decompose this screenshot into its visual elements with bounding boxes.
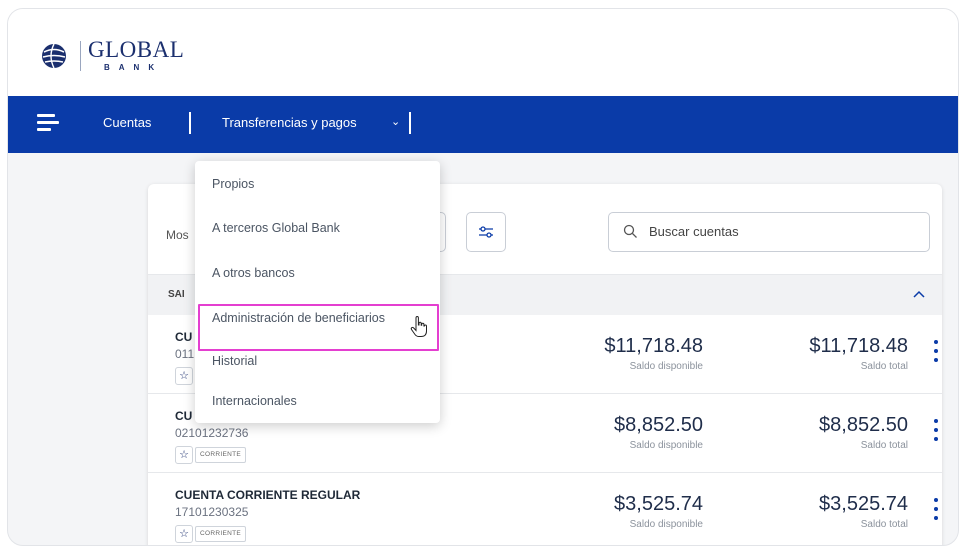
brand-name[interactable]: GLOBAL [88,37,184,63]
menu-item-propios[interactable]: Propios [212,177,254,191]
available-balance-label: Saldo disponible [629,361,703,372]
favorite-star-icon[interactable]: ☆ [175,446,193,464]
account-name: CU [175,330,193,344]
hand-cursor-icon [410,316,427,337]
account-number: 02101232736 [175,426,249,440]
menu-item-beneficiarios[interactable]: Administración de beneficiarios [212,311,385,325]
show-label: Mos [166,228,189,242]
available-balance: $8,852.50 [614,414,703,436]
total-balance-label: Saldo total [860,361,908,372]
top-navbar: Cuentas Transferencias y pagos ⌄ [8,96,958,153]
account-number: 17101230325 [175,505,249,519]
account-number: 011 [175,347,195,361]
account-type-badge: CORRIENTE [195,526,246,542]
globe-icon [42,43,66,69]
available-balance: $3,525.74 [614,493,703,515]
available-balance: $11,718.48 [604,335,703,357]
brand-sub: BANK [104,63,164,72]
section-label: SAI [168,289,185,300]
account-type-badge: CORRIENTE [195,447,246,463]
account-name: CUENTA CORRIENTE REGULAR [175,488,361,502]
total-balance: $11,718.48 [809,335,908,357]
favorite-star-icon[interactable]: ☆ [175,367,193,385]
nav-divider [189,112,191,134]
search-placeholder: Buscar cuentas [649,224,739,239]
favorite-star-icon[interactable]: ☆ [175,525,193,543]
more-options-icon[interactable] [933,498,939,522]
more-options-icon[interactable] [933,419,939,443]
menu-item-terceros[interactable]: A terceros Global Bank [212,221,340,235]
app-window: GLOBAL BANK Cuentas Transferencias y pag… [7,8,959,546]
filter-button[interactable] [466,212,506,252]
chevron-down-icon[interactable]: ⌄ [391,115,400,128]
logo-divider [80,41,81,71]
transferencias-dropdown: Propios A terceros Global Bank A otros b… [195,161,440,423]
available-balance-label: Saldo disponible [629,440,703,451]
nav-cuentas[interactable]: Cuentas [103,115,151,130]
total-balance-label: Saldo total [860,440,908,451]
total-balance: $3,525.74 [819,493,908,515]
logo-bar: GLOBAL BANK [8,9,958,96]
nav-transferencias[interactable]: Transferencias y pagos [222,115,357,130]
search-input[interactable]: Buscar cuentas [608,212,930,252]
account-name: CU [175,409,193,423]
menu-item-internacionales[interactable]: Internacionales [212,394,297,408]
total-balance-label: Saldo total [860,519,908,530]
menu-item-otros-bancos[interactable]: A otros bancos [212,266,295,280]
account-row[interactable]: CUENTA CORRIENTE REGULAR 17101230325 ☆ C… [148,473,942,545]
menu-item-historial[interactable]: Historial [212,354,257,368]
more-options-icon[interactable] [933,340,939,364]
available-balance-label: Saldo disponible [629,519,703,530]
nav-divider [409,112,411,134]
sliders-icon [479,226,493,238]
chevron-up-icon[interactable] [912,287,926,301]
menu-icon[interactable] [37,114,59,132]
search-icon [623,224,637,238]
total-balance: $8,852.50 [819,414,908,436]
